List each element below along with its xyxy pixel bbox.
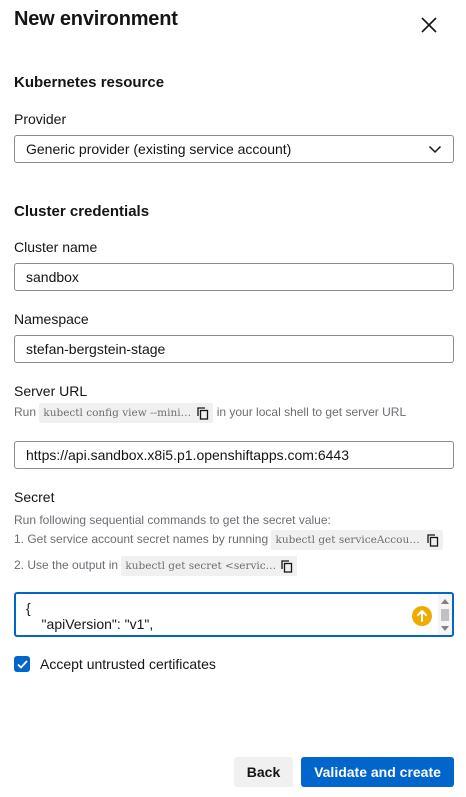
accept-untrusted-label: Accept untrusted certificates — [40, 656, 216, 672]
secret-step-2: 2. Use the output in kubectl get secret … — [14, 556, 298, 576]
step2-command-chip: kubectl get secret <service-acco... — [121, 556, 298, 576]
server-url-value: https://api.sandbox.x8i5.p1.openshiftapp… — [26, 447, 349, 463]
server-url-command-chip: kubectl config view --minify -o... — [39, 403, 214, 423]
copy-icon[interactable] — [197, 406, 209, 420]
scroll-up-arrow-icon[interactable] — [441, 599, 449, 604]
namespace-label: Namespace — [14, 311, 89, 327]
page-title: New environment — [14, 8, 178, 30]
server-url-help-prefix: Run — [14, 405, 37, 420]
scroll-down-arrow-icon[interactable] — [441, 626, 449, 631]
step1-command: kubectl get serviceAccounts <s... — [275, 534, 424, 546]
accept-untrusted-checkbox[interactable] — [14, 656, 30, 672]
credentials-section-title: Cluster credentials — [14, 203, 150, 220]
accept-untrusted-row: Accept untrusted certificates — [14, 656, 216, 672]
server-url-command: kubectl config view --minify -o... — [43, 407, 193, 419]
step1-command-chip: kubectl get serviceAccounts <s... — [271, 530, 444, 550]
secret-textarea[interactable]: { "apiVersion": "v1", "data": { — [14, 592, 454, 637]
cluster-name-value: sandbox — [26, 269, 79, 285]
arrow-up-circle-icon[interactable] — [412, 606, 432, 626]
namespace-value: stefan-bergstein-stage — [26, 341, 166, 357]
checkmark-icon — [16, 659, 28, 669]
secret-scrollbar[interactable] — [438, 594, 452, 635]
copy-icon[interactable] — [427, 533, 439, 547]
server-url-label: Server URL — [14, 383, 88, 399]
back-button[interactable]: Back — [234, 757, 293, 787]
chevron-down-icon — [428, 144, 442, 154]
kubernetes-section-title: Kubernetes resource — [14, 74, 165, 91]
provider-value: Generic provider (existing service accou… — [26, 141, 292, 157]
cluster-name-label: Cluster name — [14, 239, 98, 255]
close-button[interactable] — [414, 10, 444, 40]
secret-value: { "apiVersion": "v1", "data": { — [26, 600, 154, 635]
validate-and-create-button[interactable]: Validate and create — [301, 757, 454, 787]
provider-select[interactable]: Generic provider (existing service accou… — [14, 135, 454, 163]
new-environment-panel: New environment Kubernetes resource Prov… — [0, 0, 466, 797]
server-url-input[interactable]: https://api.sandbox.x8i5.p1.openshiftapp… — [14, 441, 454, 469]
server-url-help-suffix: in your local shell to get server URL — [216, 405, 407, 420]
provider-label: Provider — [14, 111, 67, 127]
secret-step-1: 1. Get service account secret names by r… — [14, 530, 444, 550]
secret-step-1-text: 1. Get service account secret names by r… — [14, 532, 269, 547]
secret-helper: Run following sequential commands to get… — [14, 513, 331, 527]
copy-icon[interactable] — [281, 559, 293, 573]
secret-step-2-text: 2. Use the output in — [14, 558, 119, 573]
namespace-input[interactable]: stefan-bergstein-stage — [14, 335, 454, 363]
server-url-helper: Run kubectl config view --minify -o... i… — [14, 403, 406, 423]
step2-command: kubectl get secret <service-acco... — [125, 560, 277, 572]
secret-label: Secret — [14, 489, 55, 505]
close-icon — [420, 16, 438, 34]
cluster-name-input[interactable]: sandbox — [14, 263, 454, 291]
scroll-thumb[interactable] — [441, 609, 449, 621]
